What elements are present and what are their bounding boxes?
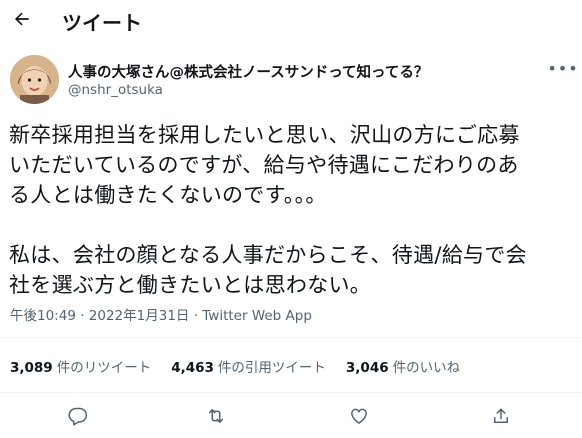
retweet-icon[interactable] (204, 404, 228, 428)
reply-icon[interactable] (66, 404, 90, 428)
top-header: ツイート (0, 0, 582, 38)
like-icon[interactable] (347, 404, 371, 428)
tweet-text: 新卒採用担当を採用したいと思い、沢山の方にご応募 いただいているのですが、給与や… (9, 123, 527, 297)
author-handle[interactable]: @nshr_otsuka (68, 82, 163, 98)
author-name[interactable]: 人事の大塚さん@株式会社ノースサンドって知ってる？ (68, 61, 428, 82)
more-icon[interactable]: ••• (547, 58, 577, 78)
avatar[interactable] (10, 55, 59, 104)
page-title: ツイート (62, 11, 142, 35)
like-count-value: 3,046 (345, 360, 389, 376)
quote-count-value: 4,463 (171, 360, 214, 376)
like-count[interactable]: 3,046 件のいいね (346, 356, 460, 376)
tweet-stats: 3,089 件のリツイート 4,463 件の引用ツイート 3,046 件のいいね (10, 356, 480, 376)
back-arrow-icon[interactable] (10, 7, 34, 31)
retweet-count-label: 件のリツイート (56, 360, 152, 376)
divider (0, 337, 582, 338)
retweet-count-value: 3,089 (10, 360, 53, 376)
divider (0, 392, 582, 393)
share-icon[interactable] (489, 404, 513, 428)
like-count-label: 件のいいね (392, 360, 461, 376)
action-bar (0, 400, 582, 432)
quote-count[interactable]: 4,463 件の引用ツイート (171, 356, 326, 376)
quote-count-label: 件の引用ツイート (217, 360, 326, 376)
retweet-count[interactable]: 3,089 件のリツイート (10, 356, 151, 376)
tweet-timestamp[interactable]: 午後10:49 · 2022年1月31日 · Twitter Web App (10, 304, 312, 324)
